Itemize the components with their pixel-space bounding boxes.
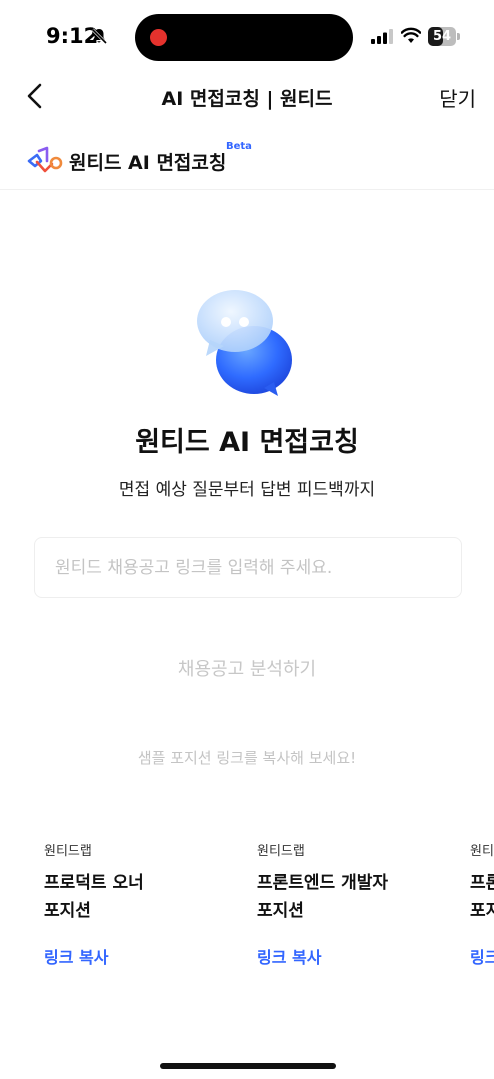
close-button[interactable]: 닫기 xyxy=(439,83,476,112)
sample-card: 원티드랩 프로덕트 오너 포지션 링크 복사 xyxy=(44,840,234,967)
signal-icon xyxy=(371,29,393,44)
card-title-line: 포지션 xyxy=(257,901,304,921)
chat-bubbles-icon xyxy=(197,290,292,396)
job-url-input[interactable] xyxy=(34,537,462,598)
card-title: 프로덕트 오너 포지션 xyxy=(44,869,234,925)
beta-badge: Beta xyxy=(226,141,252,152)
card-title-line: 포지션 xyxy=(44,901,91,921)
card-title-line: 프로덕트 오너 xyxy=(44,873,144,893)
brand-name: 원티드 AI 면접코칭 xyxy=(69,152,227,174)
card-company: 원티드랩 xyxy=(470,844,494,859)
home-indicator xyxy=(160,1063,336,1069)
nav-bar: AI 면접코칭 | 원티드 닫기 xyxy=(0,76,494,118)
dynamic-island xyxy=(135,14,353,61)
sample-hint: 샘플 포지션 링크를 복사해 보세요! xyxy=(137,749,357,767)
brand-header: 원티드 AI 면접코칭 Beta xyxy=(0,138,494,190)
battery-nub xyxy=(457,33,460,40)
copy-link-button[interactable]: 링크 복사 xyxy=(257,944,321,968)
hero-title: 원티드 AI 면접코칭 xyxy=(135,427,359,458)
sample-card: 원티드랩 프론트엔드 개발자 포지션 링크 복사 xyxy=(470,840,494,980)
hero-subtitle: 면접 예상 질문부터 답변 피드백까지 xyxy=(118,480,376,500)
card-title-line: 프론트엔드 개발자 xyxy=(257,873,389,893)
card-title-line: 프론트엔드 개발자 xyxy=(470,873,494,893)
status-bar: 9:12 54 xyxy=(0,0,494,76)
copy-link-button[interactable]: 링크 복사 xyxy=(470,944,494,968)
card-title-line: 포지션 xyxy=(470,901,494,921)
analyze-button[interactable]: 채용공고 분석하기 xyxy=(147,648,347,688)
card-title: 프론트엔드 개발자 포지션 xyxy=(257,869,447,925)
recording-indicator xyxy=(150,29,167,46)
wanted-logo-icon xyxy=(27,146,63,173)
bell-off-icon xyxy=(91,28,108,45)
copy-link-button[interactable]: 링크 복사 xyxy=(44,944,108,968)
battery-icon: 54 xyxy=(428,27,460,46)
sample-card: 원티드랩 프론트엔드 개발자 포지션 링크 복사 xyxy=(257,840,447,967)
battery-percent: 54 xyxy=(432,29,452,44)
card-title: 프론트엔드 개발자 포지션 xyxy=(470,869,494,925)
card-company: 원티드랩 xyxy=(257,844,305,859)
wifi-icon xyxy=(401,27,421,43)
page-title: AI 면접코칭 | 원티드 xyxy=(161,88,333,110)
card-company: 원티드랩 xyxy=(44,844,92,859)
